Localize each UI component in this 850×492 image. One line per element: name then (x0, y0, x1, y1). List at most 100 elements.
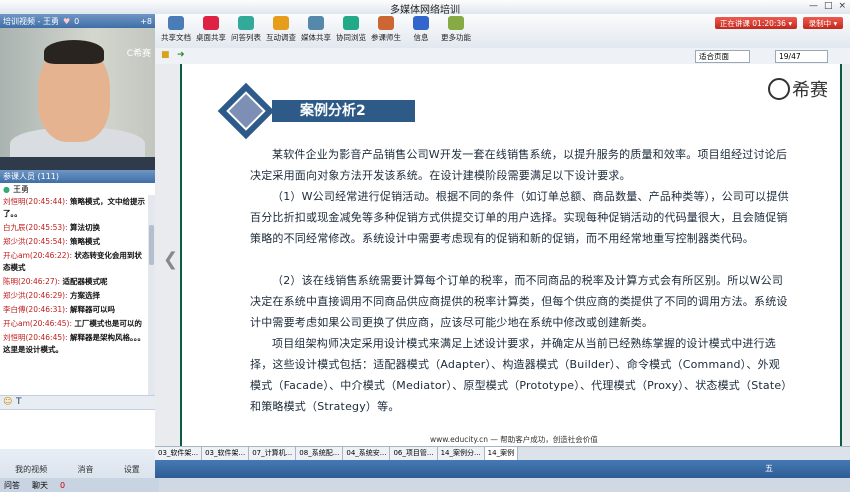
toolbar-label: 媒体共享 (301, 33, 331, 42)
chat-text: 策略模式 (69, 237, 100, 246)
chat-message: 开心am(20:46:22): 状态转变化会用到状态模式 (0, 249, 148, 275)
footer-tabs: 问答 聊天 0 (0, 478, 159, 492)
toolbar-item-8[interactable]: 更多功能 (439, 16, 473, 43)
toolbar-label: 信息 (413, 33, 429, 42)
emoji-icon[interactable]: ☺ (3, 397, 12, 407)
toolbar-icon (273, 16, 289, 30)
doc-tab[interactable]: 08_系统配... (296, 447, 344, 460)
doc-tab[interactable]: 14_案例 (484, 447, 519, 460)
participant-row[interactable]: ● 王勇 (0, 183, 158, 195)
doc-tab[interactable]: 07_计算机... (249, 447, 297, 460)
maximize-button[interactable]: □ (824, 1, 833, 11)
window-controls: — □ × (809, 1, 846, 11)
participants-header[interactable]: 参课人员 (111) (0, 170, 158, 183)
participant-name: 王勇 (12, 184, 29, 194)
video-panel-title: 培训视频 - 王勇 (3, 16, 59, 26)
toolbar-icon (168, 16, 184, 30)
view-bar: ■ ➜ 适合页面 19/47 (155, 48, 850, 65)
toolbar-label: 参课师生 (371, 33, 401, 42)
my-video-button[interactable]: 我的视频 (15, 464, 47, 475)
chat-text: 方案选择 (69, 291, 100, 300)
doc-tab[interactable]: 04_系统安... (343, 447, 391, 460)
doc-tab[interactable]: 03_软件架... (155, 447, 203, 460)
chat-sender: 白九辰(20:45:53): (3, 223, 68, 232)
font-icon[interactable]: T (16, 397, 22, 407)
toolbar-icon (343, 16, 359, 30)
doc-tab[interactable]: 06_项目管... (390, 447, 438, 460)
status-bar: 五 (155, 460, 850, 478)
doc-tab[interactable]: 03_软件架... (202, 447, 250, 460)
chat-text: 算法切换 (69, 223, 100, 232)
chat-message: 刘恒明(20:46:45): 解释器是架构风格。。。这里是设计模式。 (0, 331, 148, 357)
chat-sender: 刘恒明(20:45:44): (3, 197, 68, 206)
footer-buttons: 我的视频 消音 设置 (0, 464, 155, 475)
qa-tab[interactable]: 问答 (4, 480, 20, 491)
chat-toolbar: ☺ T (0, 395, 155, 410)
scrollbar-thumb[interactable] (149, 225, 154, 265)
chat-list: 刘恒明(20:45:44): 策略模式，文中给提示了。。白九辰(20:45:53… (0, 195, 148, 395)
mute-button[interactable]: 消音 (77, 464, 93, 475)
chat-tab[interactable]: 聊天 (32, 480, 48, 491)
chat-text: 解释器可以吗 (69, 305, 115, 314)
chat-text: 工厂模式也是可以的 (74, 319, 142, 328)
chat-message: 郑少洪(20:45:54): 策略模式 (0, 235, 148, 249)
chat-sender: 郑少洪(20:45:54): (3, 237, 68, 246)
video-controls (0, 157, 155, 170)
page-indicator[interactable]: 19/47 (775, 50, 828, 63)
chat-sender: 开心am(20:46:22): (3, 251, 72, 260)
chat-message: 陈明(20:46:27): 适配器模式呢 (0, 275, 148, 289)
logo-text: 希赛 (792, 80, 828, 101)
doc-tab[interactable]: 14_案例分... (437, 447, 485, 460)
toolbar-item-7[interactable]: 信息 (404, 16, 438, 43)
video-panel-badge: +8 (140, 16, 152, 26)
video-panel-count: 0 (74, 16, 80, 26)
toolbar-label: 更多功能 (441, 33, 471, 42)
toolbar-icon (203, 16, 219, 30)
toolbar-item-0[interactable]: 共享文档 (159, 16, 193, 43)
chat-sender: 郑少洪(20:46:29): (3, 291, 68, 300)
prev-page-icon[interactable]: ❮ (163, 249, 178, 270)
slide-heading: 案例分析2 (272, 100, 415, 122)
chat-text: 适配器模式呢 (62, 277, 108, 286)
folder-icon[interactable]: ■ (161, 50, 170, 60)
minimize-button[interactable]: — (809, 1, 818, 11)
toolbar-item-6[interactable]: 参课师生 (369, 16, 403, 43)
logo-mark-icon (768, 78, 790, 100)
toolbar-item-2[interactable]: 问答列表 (229, 16, 263, 43)
document-stage: ❮ 案例分析2 希赛 某软件企业为影音产品销售公司W开发一套在线销售系统，以提升… (155, 64, 850, 446)
video-logo: C希赛 (126, 49, 151, 59)
toolbar-item-4[interactable]: 媒体共享 (299, 16, 333, 43)
slide-paragraph-intro: 某软件企业为影音产品销售公司W开发一套在线销售系统，以提升服务的质量和效率。项目… (250, 148, 788, 182)
record-button[interactable]: 录制中 ▾ (803, 17, 843, 29)
chat-sender: 李白傅(20:46:31): (3, 305, 68, 314)
heart-icon: ♥ (62, 16, 71, 26)
zoom-select[interactable]: 适合页面 (695, 50, 750, 63)
chat-sender: 开心am(20:46:45): (3, 319, 72, 328)
chat-sender: 陈明(20:46:27): (3, 277, 61, 286)
chat-input[interactable] (0, 409, 155, 450)
arrow-icon[interactable]: ➜ (177, 50, 185, 60)
ime-indicator[interactable]: 五 (765, 463, 773, 474)
slide-footer: www.educity.cn — 帮助客户成功，创造社会价值 (430, 435, 598, 444)
toolbar-icon (448, 16, 464, 30)
diamond-icon (217, 82, 275, 140)
toolbar-label: 问答列表 (231, 33, 261, 42)
toolbar-label: 共享文档 (161, 33, 191, 42)
toolbar-item-3[interactable]: 互动调查 (264, 16, 298, 43)
toolbar-item-5[interactable]: 协同浏览 (334, 16, 368, 43)
chat-scrollbar[interactable] (148, 195, 155, 395)
settings-button[interactable]: 设置 (124, 464, 140, 475)
chat-message: 刘恒明(20:45:44): 策略模式，文中给提示了。。 (0, 195, 148, 221)
live-status-button[interactable]: 正在讲课 01:20:36 ▾ (715, 17, 797, 29)
chat-message: 开心am(20:46:45): 工厂模式也是可以的 (0, 317, 148, 331)
teacher-video: C希赛 (0, 28, 155, 157)
title-bar: 多媒体网络培训 — □ × (0, 0, 850, 16)
toolbar-label: 桌面共享 (196, 33, 226, 42)
close-button[interactable]: × (838, 1, 846, 11)
toolbar-item-1[interactable]: 桌面共享 (194, 16, 228, 43)
toolbar-label: 协同浏览 (336, 33, 366, 42)
chat-message: 郑少洪(20:46:29): 方案选择 (0, 289, 148, 303)
slide: 案例分析2 希赛 某软件企业为影音产品销售公司W开发一套在线销售系统，以提升服务… (180, 64, 842, 446)
teacher-hair (44, 40, 104, 64)
chat-message: 李白傅(20:46:31): 解释器可以吗 (0, 303, 148, 317)
